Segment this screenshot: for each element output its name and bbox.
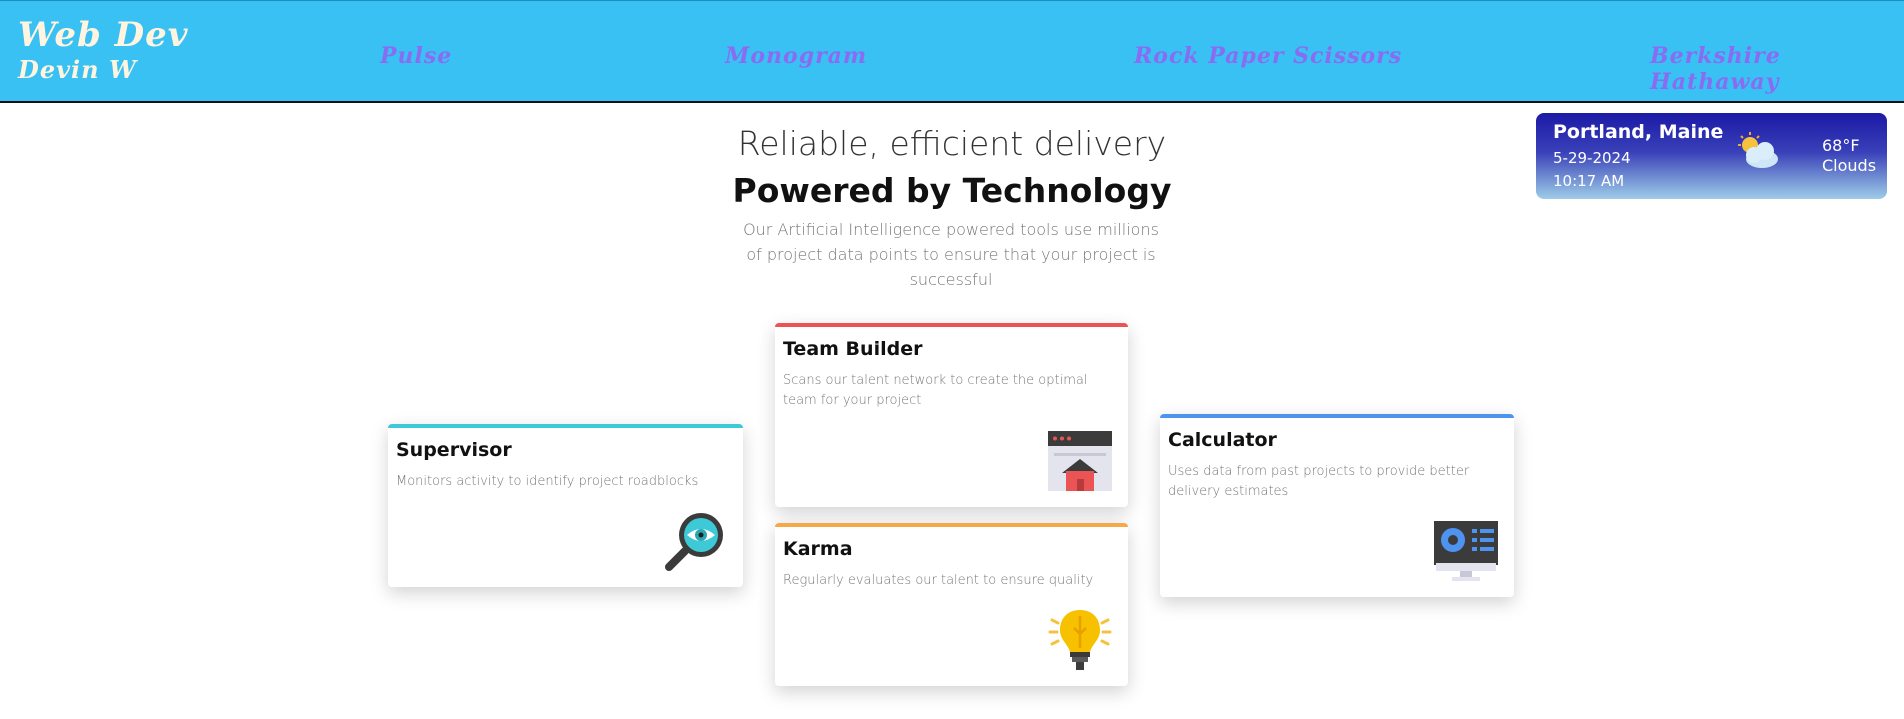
card-description: Monitors activity to identify project ro… [396, 474, 699, 489]
brand-subtitle: Devin W [18, 55, 137, 84]
magnifier-eye-icon [665, 513, 723, 571]
browser-house-icon [1048, 431, 1112, 491]
card-title: Karma [783, 538, 853, 560]
nav-link-monogram[interactable]: Monogram [725, 43, 867, 69]
nav-link-berkshire-hathaway[interactable]: Berkshire Hathaway [1650, 43, 1904, 95]
monitor-chart-icon [1434, 521, 1498, 581]
card-description: Regularly evaluates our talent to ensure… [783, 573, 1094, 588]
card-calculator: Calculator Uses data from past projects … [1160, 414, 1514, 597]
card-title: Team Builder [783, 338, 923, 360]
brand[interactable]: Web Dev Devin W [18, 15, 189, 85]
site-header: Web Dev Devin W Pulse Monogram Rock Pape… [0, 0, 1904, 103]
card-description: Scans our talent network to create the o… [783, 373, 1088, 408]
brand-title: Web Dev [18, 15, 189, 55]
hero-heading: Powered by Technology [732, 171, 1172, 210]
card-karma: Karma Regularly evaluates our talent to … [775, 523, 1128, 686]
hero-description: Our Artificial Intelligence powered tool… [743, 220, 1159, 289]
card-team-builder: Team Builder Scans our talent network to… [775, 323, 1128, 507]
card-title: Calculator [1168, 429, 1277, 451]
card-title: Supervisor [396, 439, 512, 461]
nav-link-rock-paper-scissors[interactable]: Rock Paper Scissors [1134, 43, 1402, 69]
hero-tagline: Reliable, efficient delivery [737, 124, 1167, 163]
card-supervisor: Supervisor Monitors activity to identify… [388, 424, 743, 587]
card-description: Uses data from past projects to provide … [1168, 464, 1470, 499]
lightbulb-icon [1048, 610, 1112, 670]
nav-link-pulse[interactable]: Pulse [380, 43, 452, 69]
